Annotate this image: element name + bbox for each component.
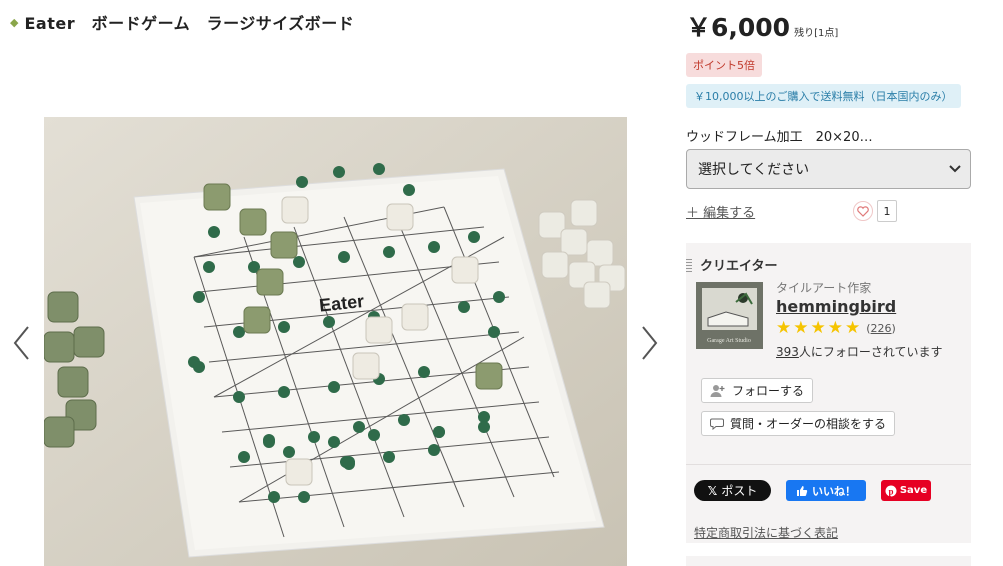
creator-name-link[interactable]: hemmingbird — [776, 297, 896, 316]
creator-avatar-image: Garage Art Studio — [696, 282, 763, 349]
option-select-value: 選択してください — [698, 162, 810, 178]
product-gallery: Eater — [0, 117, 672, 566]
next-panel-edge — [686, 553, 971, 566]
review-count: (226) — [866, 322, 896, 335]
share-pinterest-button[interactable]: p Save — [881, 480, 931, 501]
follower-suffix: 人にフォローされています — [798, 345, 943, 359]
x-logo-icon: 𝕏 — [707, 483, 718, 498]
product-title-row: ◆ Eater ボードゲーム ラージサイズボード — [10, 10, 354, 34]
divider — [686, 464, 971, 465]
price: ￥6,000 — [686, 13, 791, 42]
follow-button-label: フォローする — [732, 384, 805, 398]
favorite-count: 1 — [877, 200, 897, 222]
heading-stripe-icon — [686, 257, 692, 272]
gallery-next-button[interactable] — [637, 323, 661, 363]
leaf-icon: ◆ — [10, 15, 19, 29]
speech-bubble-icon — [710, 418, 724, 430]
edit-link[interactable]: ＋ 編集する — [686, 202, 755, 221]
share-x-label: ポスト — [721, 484, 758, 498]
creator-avatar[interactable]: Garage Art Studio — [696, 282, 763, 349]
gallery-prev-button[interactable] — [10, 323, 34, 363]
svg-text:p: p — [888, 486, 893, 496]
star-icon: ★ — [793, 318, 809, 338]
price-row: ￥6,000 残り[1点] — [686, 8, 838, 44]
review-count-link[interactable]: 226 — [871, 322, 892, 335]
add-user-icon — [710, 384, 725, 397]
thumbs-up-icon — [797, 485, 808, 496]
share-facebook-label: いいね！ — [812, 484, 856, 498]
follower-count-link[interactable]: 393 — [776, 345, 799, 359]
chevron-left-icon — [13, 326, 29, 360]
creator-role: タイルアート作家 — [776, 281, 872, 295]
creator-heading: クリエイター — [700, 259, 778, 274]
share-facebook-button[interactable]: いいね！ — [786, 480, 866, 501]
favorite-button[interactable] — [853, 201, 873, 221]
product-photo[interactable]: Eater — [44, 117, 627, 566]
follow-button[interactable]: フォローする — [701, 378, 814, 403]
creator-panel: クリエイター Garage Art Studio タイルアート作家 hemmin… — [686, 243, 971, 543]
stock-count: 残り[1点] — [794, 28, 839, 39]
board-game-illustration: Eater — [44, 117, 627, 566]
star-icon: ★ — [810, 318, 826, 338]
pinterest-icon: p — [885, 485, 897, 496]
avatar-caption: Garage Art Studio — [707, 338, 751, 344]
heart-icon — [857, 205, 869, 217]
share-x-button[interactable]: 𝕏 ポスト — [694, 480, 771, 501]
chevron-right-icon — [642, 326, 658, 360]
share-pinterest-label: Save — [899, 485, 928, 496]
product-title: Eater ボードゲーム ラージサイズボード — [24, 14, 355, 33]
star-icon: ★ — [827, 318, 843, 338]
star-icon: ★ — [845, 318, 861, 338]
commercial-law-link[interactable]: 特定商取引法に基づく表記 — [694, 524, 838, 541]
ask-question-button[interactable]: 質問・オーダーの相談をする — [701, 411, 896, 436]
follower-info: 393人にフォローされています — [776, 343, 943, 360]
favorite-group: 1 — [853, 200, 897, 222]
shipping-badge: ￥10,000以上のご購入で送料無料（日本国内のみ） — [686, 84, 961, 108]
option-label: ウッドフレーム加工 20×20… — [686, 130, 873, 145]
points-badge: ポイント5倍 — [686, 53, 762, 77]
option-select[interactable]: 選択してください — [686, 149, 971, 189]
creator-rating: ★ ★ ★ ★ ★ (226) — [776, 320, 896, 337]
star-icon: ★ — [776, 318, 792, 338]
ask-question-label: 質問・オーダーの相談をする — [730, 417, 887, 431]
chevron-down-icon — [949, 165, 961, 173]
creator-heading-row: クリエイター — [686, 255, 777, 274]
